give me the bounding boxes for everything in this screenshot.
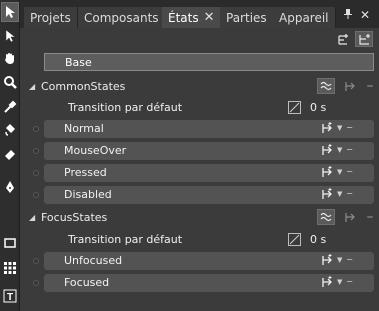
remove-group-icon[interactable]: –	[365, 209, 375, 225]
panel-toolbar	[333, 31, 373, 47]
easing-function-icon[interactable]	[288, 232, 301, 246]
state-name: Disabled	[64, 188, 112, 201]
state-recording-dot[interactable]	[33, 170, 39, 176]
state-recording-dot[interactable]	[33, 126, 39, 132]
tab-label: Projets	[30, 10, 71, 25]
state-row[interactable]: Pressed ▼ –	[20, 164, 379, 182]
tab-appareil[interactable]: Appareil	[273, 7, 336, 28]
state-name: MouseOver	[64, 144, 127, 157]
easing-toggle-icon[interactable]	[317, 78, 335, 94]
tab-projets[interactable]: Projets	[24, 7, 78, 28]
tab-label: Composants	[84, 10, 159, 25]
add-state-icon[interactable]	[355, 31, 373, 47]
tab-etats[interactable]: États ✕	[162, 7, 222, 28]
add-transition-icon[interactable]	[321, 144, 333, 156]
eraser-icon[interactable]	[1, 144, 19, 164]
tab-parties[interactable]: Parties	[220, 7, 274, 28]
base-state-label: Base	[65, 55, 92, 69]
pan-hand-icon[interactable]	[1, 48, 19, 68]
state-recording-dot[interactable]	[33, 148, 39, 154]
close-icon[interactable]: ✕	[204, 10, 215, 25]
default-transition-row: Transition par défaut 0 s	[20, 230, 379, 248]
collapse-triangle-icon[interactable]: ◢	[29, 82, 35, 91]
remove-state-icon[interactable]: –	[346, 165, 353, 178]
add-transition-icon[interactable]	[321, 122, 333, 134]
add-transition-icon[interactable]	[321, 188, 333, 200]
transition-duration[interactable]: 0 s	[310, 233, 326, 246]
state-group-header[interactable]: ◢ CommonStates –	[20, 76, 379, 96]
state-recording-dot[interactable]	[33, 258, 39, 264]
group-name: CommonStates	[41, 79, 126, 93]
tab-label: Parties	[226, 10, 267, 25]
tab-composants[interactable]: Composants	[78, 7, 166, 28]
add-state-group-icon[interactable]	[333, 31, 351, 47]
transition-label: Transition par défaut	[68, 232, 183, 246]
add-transition-icon[interactable]	[321, 276, 333, 288]
remove-state-icon[interactable]: –	[346, 275, 353, 288]
state-name: Focused	[64, 276, 110, 289]
pin-icon[interactable]	[343, 8, 353, 23]
base-state[interactable]: Base	[44, 53, 374, 71]
state-row[interactable]: Unfocused ▼ –	[20, 252, 379, 270]
state-recording-dot[interactable]	[33, 192, 39, 198]
transition-duration[interactable]: 0 s	[310, 101, 326, 114]
chevron-down-icon[interactable]: ▼	[337, 168, 342, 176]
state-row[interactable]: MouseOver ▼ –	[20, 142, 379, 160]
add-transition-icon[interactable]	[321, 254, 333, 266]
chevron-down-icon[interactable]: ▼	[337, 146, 342, 154]
state-name: Pressed	[64, 166, 107, 179]
text-icon[interactable]: T	[1, 286, 19, 306]
default-transition-row: Transition par défaut 0 s	[20, 98, 379, 116]
states-panel: Base ◢ CommonStates – Transition par déf…	[20, 28, 379, 311]
state-row[interactable]: Disabled ▼ –	[20, 186, 379, 204]
state-group-header[interactable]: ◢ FocusStates –	[20, 207, 379, 227]
remove-state-icon[interactable]: –	[346, 253, 353, 266]
tab-label: États	[168, 10, 199, 25]
state-name: Normal	[64, 122, 104, 135]
state-row[interactable]: Normal ▼ –	[20, 120, 379, 138]
remove-state-icon[interactable]: –	[346, 143, 353, 156]
state-row[interactable]: Focused ▼ –	[20, 274, 379, 292]
add-transition-icon[interactable]	[341, 209, 359, 225]
easing-function-icon[interactable]	[288, 100, 301, 114]
selection-arrow-icon[interactable]	[1, 2, 19, 22]
transition-label: Transition par défaut	[68, 100, 183, 114]
tools-toolbar: T	[0, 0, 20, 311]
add-transition-icon[interactable]	[341, 78, 359, 94]
add-transition-icon[interactable]	[321, 166, 333, 178]
remove-state-icon[interactable]: –	[346, 121, 353, 134]
collapse-triangle-icon[interactable]: ◢	[29, 213, 35, 222]
remove-state-icon[interactable]: –	[346, 187, 353, 200]
panel-tab-bar: Projets Composants États ✕ Parties Appar…	[20, 0, 379, 28]
close-icon[interactable]: ✕	[360, 8, 370, 22]
state-name: Unfocused	[64, 254, 123, 267]
rectangle-icon[interactable]	[1, 233, 19, 253]
easing-toggle-icon[interactable]	[317, 209, 335, 225]
zoom-icon[interactable]	[1, 72, 19, 92]
chevron-down-icon[interactable]: ▼	[337, 190, 342, 198]
paint-bucket-icon[interactable]	[1, 120, 19, 140]
remove-group-icon[interactable]: –	[365, 78, 375, 94]
tab-label: Appareil	[279, 10, 329, 25]
pen-icon[interactable]	[1, 177, 19, 197]
svg-text:T: T	[7, 292, 13, 303]
chevron-down-icon[interactable]: ▼	[337, 124, 342, 132]
chevron-down-icon[interactable]: ▼	[337, 256, 342, 264]
state-recording-dot[interactable]	[33, 280, 39, 286]
chevron-down-icon[interactable]: ▼	[337, 278, 342, 286]
grid-icon[interactable]	[1, 258, 19, 278]
eyedropper-icon[interactable]	[1, 97, 19, 117]
direct-select-icon[interactable]	[1, 26, 19, 46]
group-name: FocusStates	[41, 210, 108, 224]
states-panel-window: T Projets Composants États ✕ Parties App…	[0, 0, 379, 311]
